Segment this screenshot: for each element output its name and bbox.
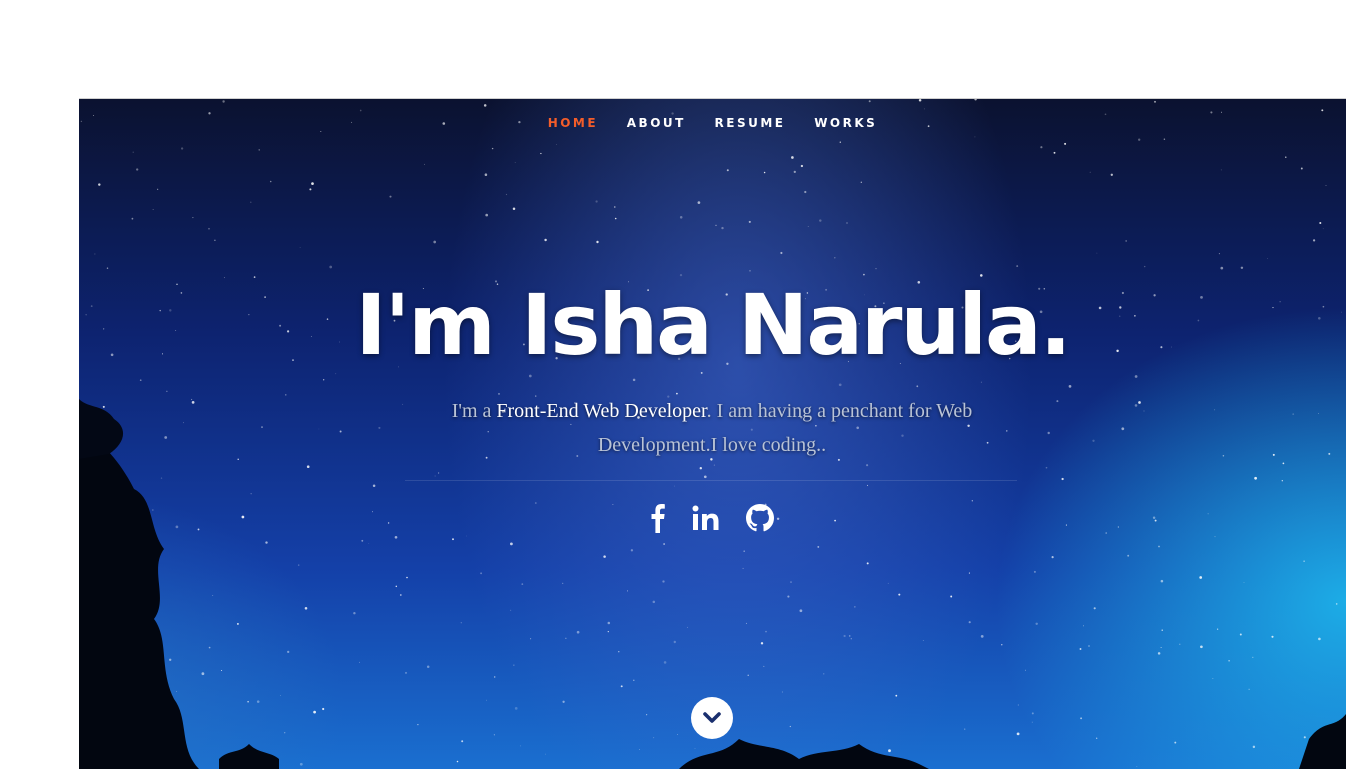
hero-intro: I'm a Front-End Web Developer. I am havi…: [397, 394, 1027, 462]
divider: [405, 480, 1017, 481]
nav-item-works[interactable]: WORKS: [814, 116, 877, 130]
social-links: [79, 503, 1346, 538]
facebook-icon[interactable]: [651, 503, 665, 538]
intro-prefix: I'm a: [451, 400, 497, 422]
nav-item-home[interactable]: HOME: [548, 116, 598, 130]
nav-item-about[interactable]: ABOUT: [627, 116, 686, 130]
intro-highlight: Front-End Web Developer: [496, 400, 707, 422]
hero-section: HOME ABOUT RESUME WORKS I'm Isha Narula.…: [79, 98, 1346, 769]
linkedin-icon[interactable]: [692, 505, 720, 536]
chevron-down-icon: [703, 712, 721, 723]
hero-title: I'm Isha Narula.: [355, 276, 1071, 374]
main-nav: HOME ABOUT RESUME WORKS: [79, 116, 1346, 130]
scroll-down-button[interactable]: [691, 697, 733, 739]
nav-item-resume[interactable]: RESUME: [715, 116, 786, 130]
github-icon[interactable]: [745, 504, 774, 537]
